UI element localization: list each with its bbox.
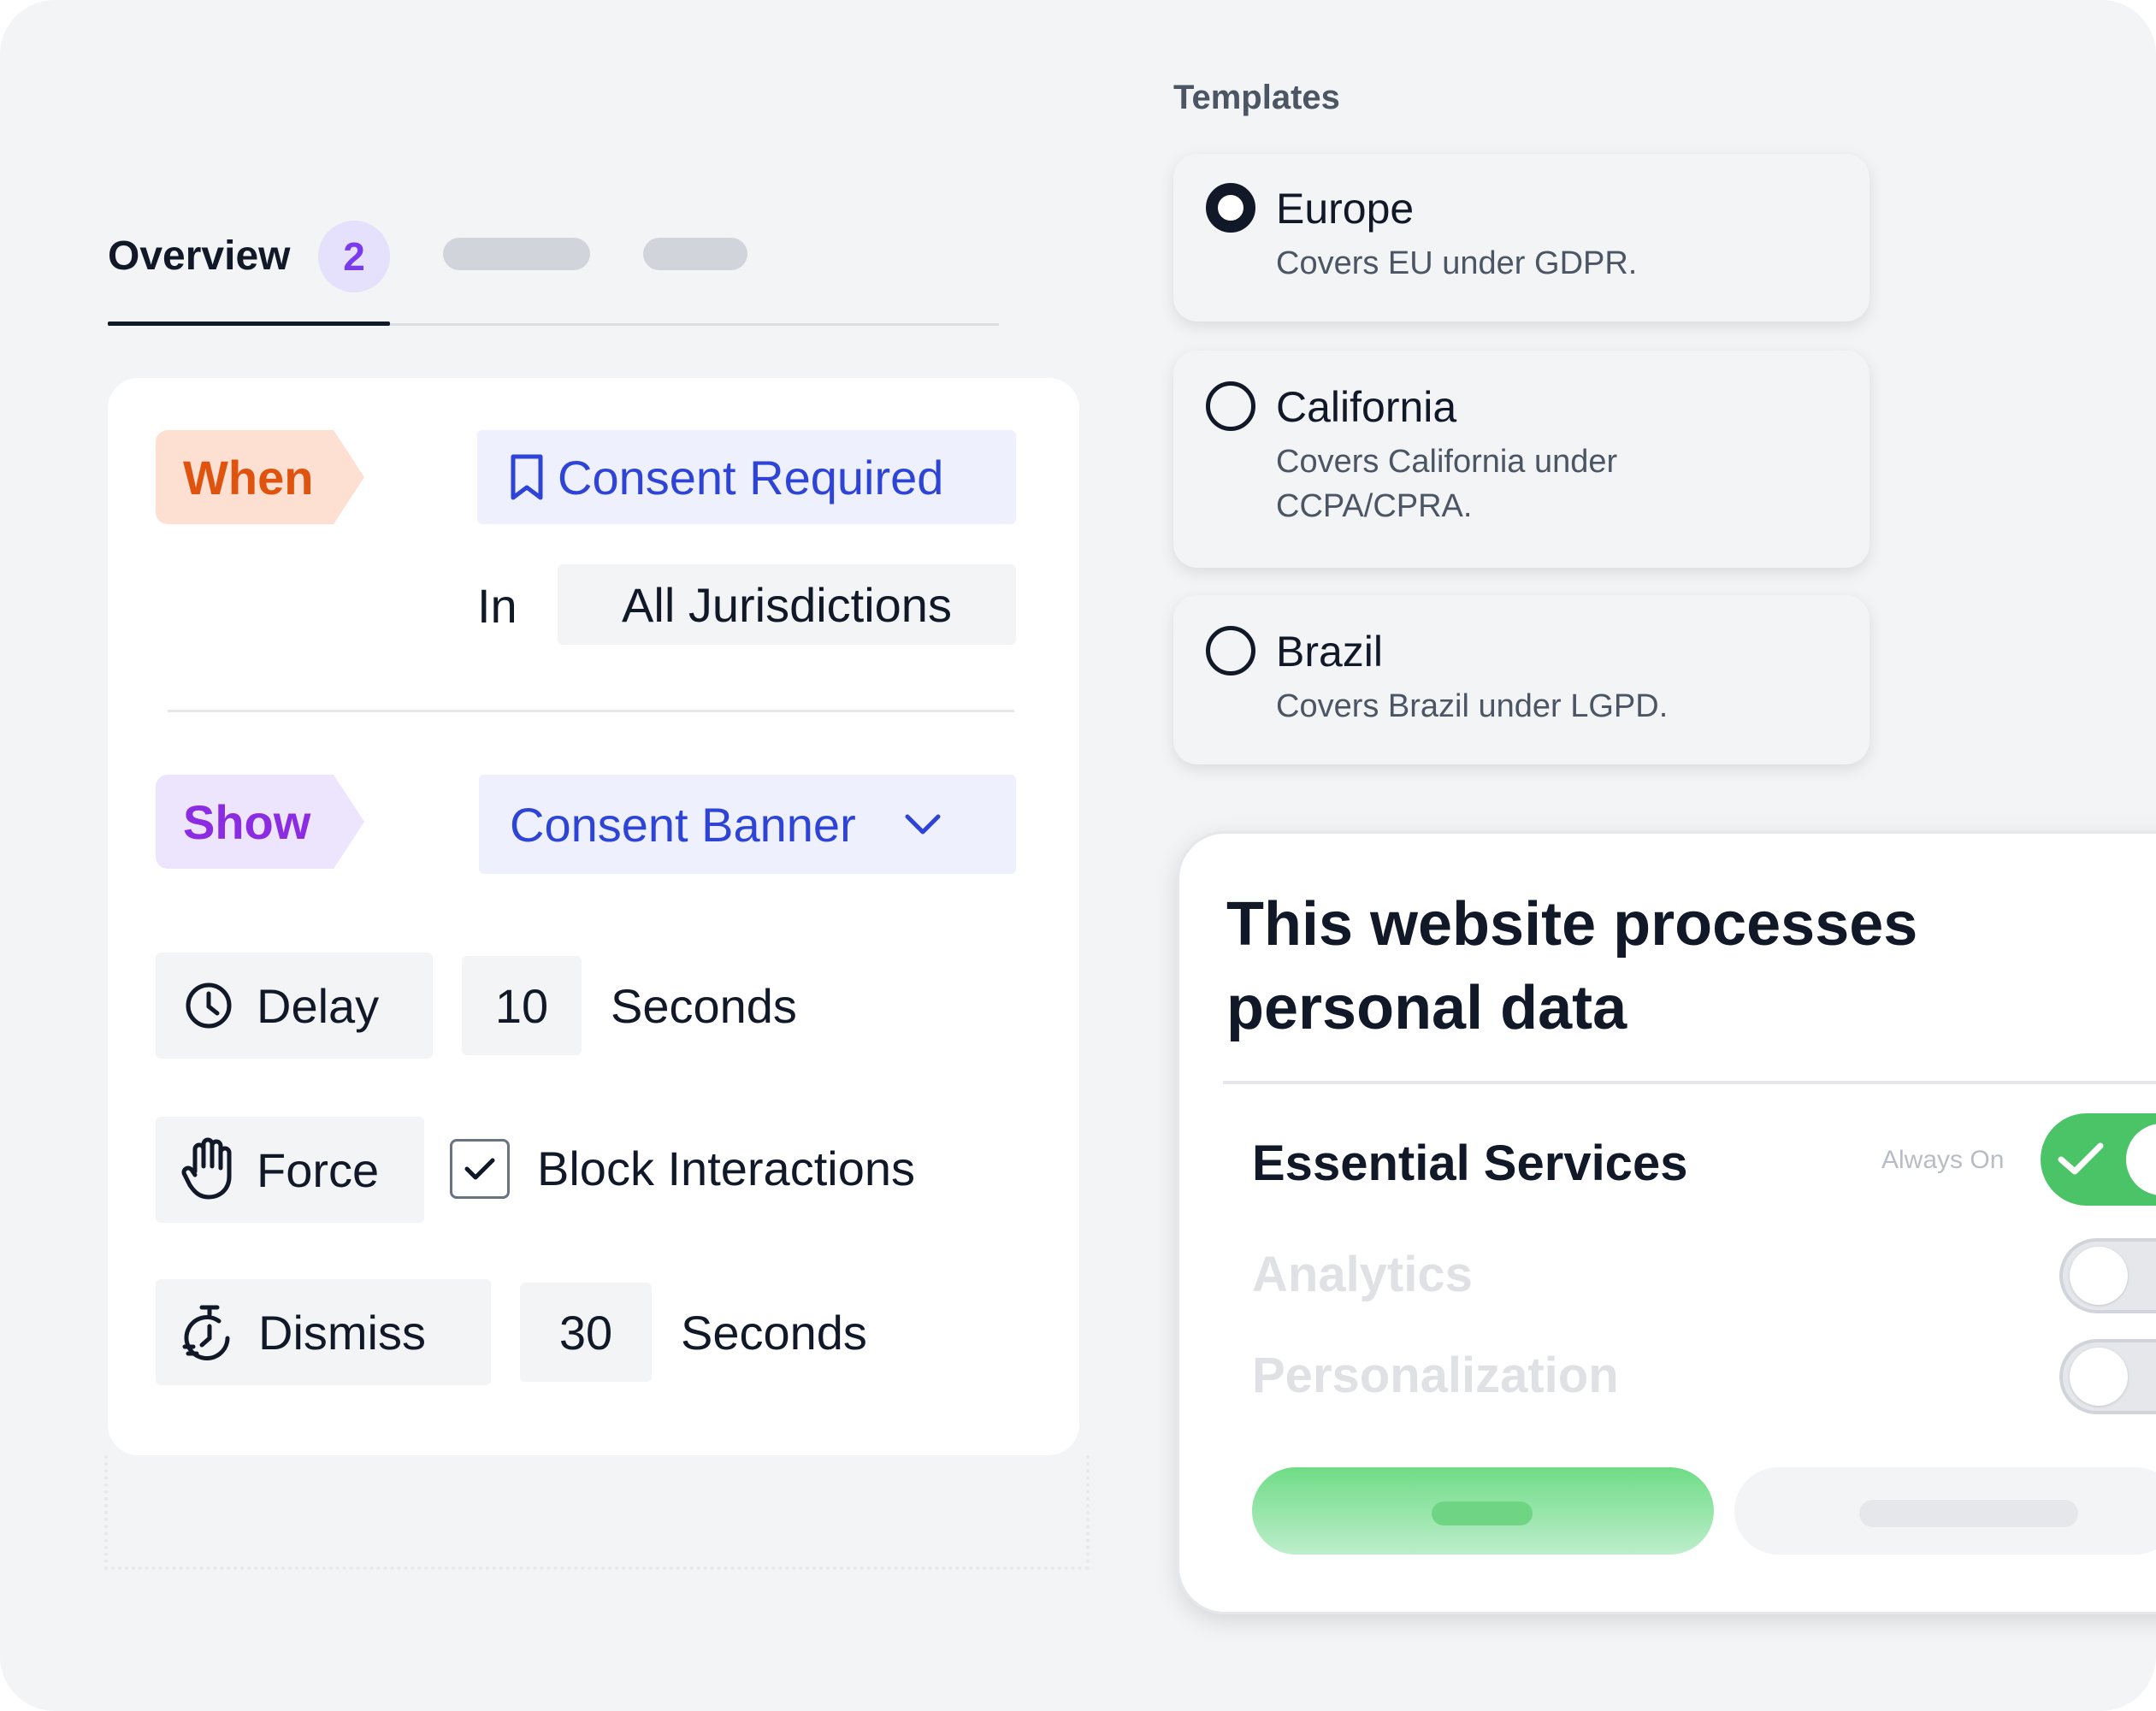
button-label-placeholder xyxy=(1432,1502,1533,1525)
template-card-california[interactable]: California Covers California under CCPA/… xyxy=(1173,351,1870,568)
toggle-knob xyxy=(2070,1348,2128,1406)
hand-icon xyxy=(180,1137,238,1202)
force-chip: Force xyxy=(156,1117,424,1223)
block-interactions-checkbox[interactable] xyxy=(450,1139,510,1199)
button-label-placeholder xyxy=(1859,1500,2078,1527)
tab-active-indicator xyxy=(108,322,390,326)
tab-count-badge: 2 xyxy=(318,221,390,292)
card-divider xyxy=(168,710,1014,712)
timer-icon xyxy=(181,1302,238,1362)
tab-placeholder-3[interactable] xyxy=(643,238,747,270)
secondary-button[interactable] xyxy=(1734,1467,2156,1555)
service-essential-label: Essential Services xyxy=(1252,1136,1688,1191)
always-on-label: Always On xyxy=(1881,1146,2005,1174)
personalization-toggle[interactable] xyxy=(2059,1339,2156,1414)
bookmark-icon xyxy=(506,451,547,503)
dismiss-unit: Seconds xyxy=(681,1306,867,1360)
radio-unselected-icon[interactable] xyxy=(1206,626,1255,676)
show-select[interactable]: Consent Banner xyxy=(479,775,1016,874)
dismiss-value: 30 xyxy=(558,1305,613,1360)
template-description: Covers Brazil under LGPD. xyxy=(1276,688,1669,724)
jurisdiction-value: All Jurisdictions xyxy=(622,577,952,632)
trigger-select[interactable]: Consent Required xyxy=(477,430,1016,524)
trigger-label: Consent Required xyxy=(558,450,944,504)
clock-icon xyxy=(183,980,234,1031)
template-title: Brazil xyxy=(1276,628,1384,676)
checkmark-icon xyxy=(463,1155,497,1183)
essential-toggle[interactable] xyxy=(2041,1113,2156,1206)
delay-value: 10 xyxy=(494,978,549,1033)
jurisdiction-select[interactable]: All Jurisdictions xyxy=(558,564,1016,645)
templates-heading: Templates xyxy=(1173,79,1340,116)
template-title: California xyxy=(1276,383,1457,431)
dismiss-input[interactable]: 30 xyxy=(520,1283,652,1382)
banner-divider xyxy=(1223,1081,2156,1084)
template-card-europe[interactable]: Europe Covers EU under GDPR. xyxy=(1173,154,1870,322)
delay-input[interactable]: 10 xyxy=(462,956,582,1055)
tab-placeholder-2[interactable] xyxy=(443,238,590,270)
delay-label: Delay xyxy=(257,978,380,1033)
radio-selected-icon[interactable] xyxy=(1206,183,1255,233)
delay-chip: Delay xyxy=(156,953,433,1059)
show-tag: Show xyxy=(156,775,364,869)
dismiss-chip: Dismiss xyxy=(156,1279,491,1385)
force-label: Force xyxy=(257,1142,380,1197)
delay-unit: Seconds xyxy=(611,979,797,1033)
tab-overview-label: Overview xyxy=(108,233,291,279)
template-description: Covers EU under GDPR. xyxy=(1276,245,1638,281)
radio-unselected-icon[interactable] xyxy=(1206,381,1255,431)
service-personalization-label: Personalization xyxy=(1252,1348,1619,1403)
analytics-toggle[interactable] xyxy=(2059,1238,2156,1313)
chevron-down-icon xyxy=(902,811,943,837)
block-interactions-label[interactable]: Block Interactions xyxy=(537,1139,915,1199)
show-value: Consent Banner xyxy=(510,797,856,852)
banner-title: This website processes personal data xyxy=(1226,890,1918,1042)
in-label: In xyxy=(477,579,517,633)
checkmark-icon xyxy=(2056,1139,2106,1178)
toggle-knob xyxy=(2126,1124,2156,1195)
when-tag: When xyxy=(156,430,364,524)
template-title: Europe xyxy=(1276,185,1415,233)
dismiss-label: Dismiss xyxy=(258,1305,426,1360)
accept-button[interactable] xyxy=(1252,1467,1714,1555)
service-analytics-label: Analytics xyxy=(1252,1247,1473,1302)
toggle-knob xyxy=(2070,1247,2128,1305)
template-description: Covers California under CCPA/CPRA. xyxy=(1276,444,1618,524)
template-card-brazil[interactable]: Brazil Covers Brazil under LGPD. xyxy=(1173,595,1870,764)
canvas: Overview 2 When Consent Required In All … xyxy=(0,0,2156,1711)
card-dotted-outline xyxy=(104,1455,1090,1570)
